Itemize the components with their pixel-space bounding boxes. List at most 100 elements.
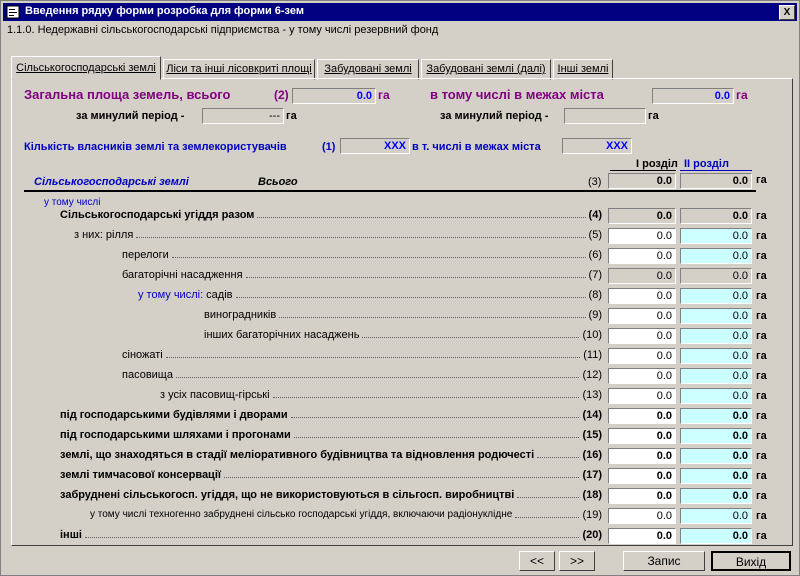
row-label: землі тимчасової консервації xyxy=(60,469,221,481)
row-code: (11) xyxy=(583,349,602,361)
row-code: (15) xyxy=(582,429,602,441)
row-value-section2[interactable]: 0.0 xyxy=(680,208,752,224)
row-value-section1[interactable]: 0.0 xyxy=(608,328,676,344)
row-value-section1[interactable]: 0.0 xyxy=(608,528,676,544)
prev-period-field[interactable]: --- xyxy=(202,108,284,124)
row-label: сіножаті xyxy=(122,349,163,361)
city-area-field[interactable]: 0.0 xyxy=(652,88,734,104)
table-row: землі, що знаходяться в стадії меліорати… xyxy=(12,447,792,467)
row-value-section2[interactable]: 0.0 xyxy=(680,248,752,264)
save-button[interactable]: Запис xyxy=(623,551,705,571)
row-value-section1[interactable]: 0.0 xyxy=(608,208,676,224)
row-code: (14) xyxy=(582,409,602,421)
window-title: Введення рядку форми розробка для форми … xyxy=(25,5,304,17)
row-label: з усіх пасовищ-гірські xyxy=(160,389,270,401)
tab-agricultural-land[interactable]: Сільськогосподарські землі xyxy=(11,56,161,80)
row-label: у тому числі: садів xyxy=(138,289,233,301)
row-value-section1[interactable]: 0.0 xyxy=(608,468,676,484)
row-code: (5) xyxy=(588,229,602,241)
row-label-text: під господарськими шляхами і прогонами xyxy=(60,429,291,441)
row-value-section2[interactable]: 0.0 xyxy=(680,508,752,524)
tab-built-up-land[interactable]: Забудовані землі xyxy=(317,59,419,80)
tab-other-land[interactable]: Інші землі xyxy=(553,59,613,80)
close-button[interactable]: X xyxy=(779,5,795,20)
row-label: виноградників xyxy=(204,309,276,321)
row-label-text: у тому числі техногенно забруднені сільс… xyxy=(90,509,513,520)
row-label: пасовища xyxy=(122,369,173,381)
row-value-section2[interactable]: 0.0 xyxy=(680,288,752,304)
row-label-text: садів xyxy=(203,289,233,301)
row-leader xyxy=(257,217,586,218)
row-unit: га xyxy=(756,510,767,522)
row-label-text: сіножаті xyxy=(122,349,163,361)
row-value-section2[interactable]: 0.0 xyxy=(680,528,752,544)
tab-panel: Загальна площа земель, всього (2) 0.0 га… xyxy=(11,78,793,546)
row-leader xyxy=(246,277,586,278)
title-bar: Введення рядку форми розробка для форми … xyxy=(3,3,797,21)
row-value-section1[interactable]: 0.0 xyxy=(608,228,676,244)
row-leader xyxy=(294,437,579,438)
row-value-section2[interactable]: 0.0 xyxy=(680,268,752,284)
row-value-section2[interactable]: 0.0 xyxy=(680,328,752,344)
total-area-code: (2) xyxy=(274,88,289,102)
row-label-text: інші xyxy=(60,529,82,541)
row-value-section1[interactable]: 0.0 xyxy=(608,288,676,304)
tab-forests[interactable]: Ліси та інші лісовкриті площі xyxy=(163,59,315,80)
row-leader xyxy=(172,257,586,258)
owners-field[interactable]: XXX xyxy=(340,138,410,154)
row-unit: га xyxy=(756,290,767,302)
row-leader xyxy=(537,457,579,458)
row-value-section1[interactable]: 0.0 xyxy=(608,248,676,264)
row-value-section2[interactable]: 0.0 xyxy=(680,408,752,424)
row-unit: га xyxy=(756,450,767,462)
column-underline-1 xyxy=(610,170,676,171)
owners-code: (1) xyxy=(322,141,336,153)
row-code: (4) xyxy=(588,209,602,221)
table-row: пасовища (12) 0.0 0.0 га xyxy=(12,367,792,387)
row-value-section2[interactable]: 0.0 xyxy=(680,308,752,324)
table-row: перелоги (6) 0.0 0.0 га xyxy=(12,247,792,267)
section-title: Сільськогосподарські землі xyxy=(34,176,189,188)
row-label-text: перелоги xyxy=(122,249,169,261)
row-label: інші xyxy=(60,529,82,541)
row-value-section2[interactable]: 0.0 xyxy=(680,488,752,504)
row-code: (20) xyxy=(582,529,602,541)
total-area-field[interactable]: 0.0 xyxy=(292,88,376,104)
row-label: забруднені сільськогосп. угіддя, що не в… xyxy=(60,489,514,501)
table-row: виноградників (9) 0.0 0.0 га xyxy=(12,307,792,327)
row-value-section1[interactable]: 0.0 xyxy=(608,368,676,384)
tab-built-up-land-cont[interactable]: Забудовані землі (далі) xyxy=(421,59,551,80)
row-value-section1[interactable]: 0.0 xyxy=(608,448,676,464)
owners-city-field[interactable]: XXX xyxy=(562,138,632,154)
prev-button[interactable]: << xyxy=(519,551,555,571)
row-value-section2[interactable]: 0.0 xyxy=(680,368,752,384)
table-row: інших багаторічних насаджень (10) 0.0 0.0 га xyxy=(12,327,792,347)
row-value-section2[interactable]: 0.0 xyxy=(680,468,752,484)
row-leader xyxy=(279,317,586,318)
row-label-text: з усіх пасовищ-гірські xyxy=(160,389,270,401)
row-code: (13) xyxy=(582,389,602,401)
table-row: Сільськогосподарські угіддя разом (4) 0.0 0… xyxy=(12,207,792,227)
next-button[interactable]: >> xyxy=(559,551,595,571)
row-value-section1[interactable]: 0.0 xyxy=(608,348,676,364)
row-value-section1[interactable]: 0.0 xyxy=(608,388,676,404)
exit-button[interactable]: Вихід xyxy=(711,551,791,571)
row-label-text: пасовища xyxy=(122,369,173,381)
row-leader xyxy=(166,357,580,358)
row-value-section1[interactable]: 0.0 xyxy=(608,308,676,324)
row-value-section2[interactable]: 0.0 xyxy=(680,348,752,364)
row-value-section2[interactable]: 0.0 xyxy=(680,388,752,404)
row-value-section2[interactable]: 0.0 xyxy=(680,428,752,444)
row-value-section1[interactable]: 0.0 xyxy=(608,268,676,284)
row-value-section1[interactable]: 0.0 xyxy=(608,508,676,524)
row-value-section1[interactable]: 0.0 xyxy=(608,408,676,424)
row-value-section1[interactable]: 0.0 xyxy=(608,428,676,444)
row-unit: га xyxy=(756,530,767,542)
prev-period-city-field[interactable] xyxy=(564,108,646,124)
row-leader xyxy=(515,517,579,518)
row-value-section1[interactable]: 0.0 xyxy=(608,488,676,504)
row-unit: га xyxy=(756,410,767,422)
prev-period-label: за минулий період - xyxy=(76,110,185,122)
row-value-section2[interactable]: 0.0 xyxy=(680,228,752,244)
row-value-section2[interactable]: 0.0 xyxy=(680,448,752,464)
